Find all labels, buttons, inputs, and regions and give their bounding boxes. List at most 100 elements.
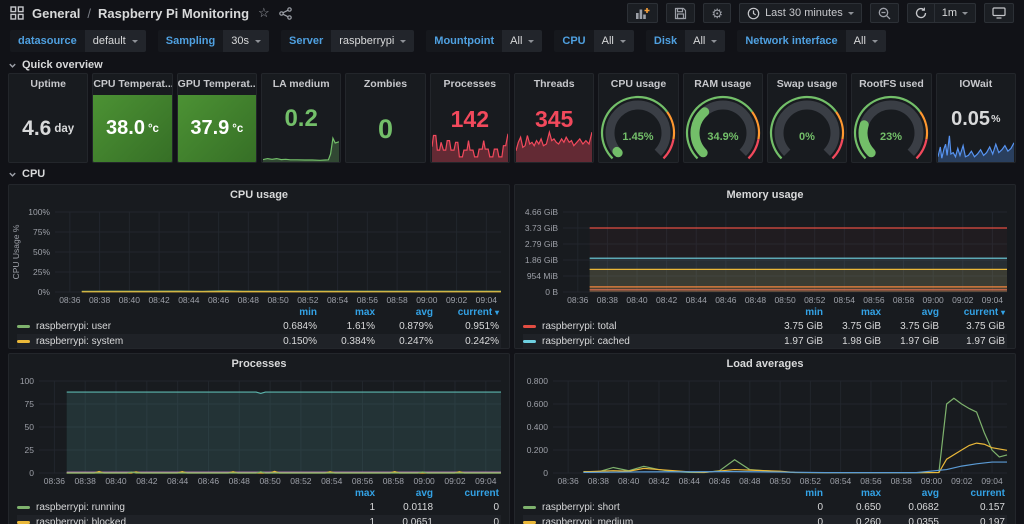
svg-text:0.400: 0.400 [527, 422, 549, 432]
legend-sort-avg[interactable]: avg [377, 488, 435, 499]
panel-title[interactable]: CPU usage [9, 185, 509, 204]
panel-title: Processes [431, 78, 509, 90]
row-title: Quick overview [22, 59, 103, 71]
refresh-button[interactable] [908, 4, 934, 22]
legend-row[interactable]: raspberrypi: blocked10.06510 [17, 515, 501, 524]
favorite-star-icon[interactable]: ☆ [258, 5, 270, 21]
time-range-picker[interactable]: Last 30 minutes [739, 3, 862, 23]
time-series-plot[interactable]: 025507510008:3608:3808:4008:4208:4408:46… [9, 373, 509, 487]
panel-title: Zombies [346, 78, 424, 90]
variable-value-dropdown[interactable]: default [85, 30, 146, 52]
svg-text:08:48: 08:48 [229, 476, 251, 486]
panel-rootfs-used-gauge[interactable]: RootFS used 23% [851, 73, 931, 163]
svg-text:09:04: 09:04 [981, 476, 1003, 486]
panel-title[interactable]: Memory usage [515, 185, 1015, 204]
panel-la-medium[interactable]: LA medium 0.2 [261, 73, 341, 163]
legend-sort-min[interactable]: min [261, 307, 319, 318]
panel-title[interactable]: Processes [9, 354, 509, 373]
legend-sort-current[interactable]: current [941, 488, 1007, 499]
toolbar: ⚙ Last 30 minutes 1m [627, 3, 1014, 23]
legend-row[interactable]: raspberrypi: cached1.97 GiB1.98 GiB1.97 … [523, 334, 1007, 349]
legend-value: 0.0682 [883, 502, 941, 513]
legend-row[interactable]: raspberrypi: total3.75 GiB3.75 GiB3.75 G… [523, 319, 1007, 334]
legend-row[interactable]: raspberrypi: short00.6500.06820.157 [523, 500, 1007, 515]
variable-server: Server raspberrypi [281, 30, 414, 52]
legend-row[interactable]: raspberrypi: running10.01180 [17, 500, 501, 515]
breadcrumb-section[interactable]: General [32, 6, 80, 21]
share-icon[interactable] [279, 7, 292, 20]
svg-text:08:36: 08:36 [44, 476, 66, 486]
svg-text:100: 100 [20, 376, 34, 386]
variable-sampling: Sampling 30s [158, 30, 269, 52]
legend-sort-avg[interactable]: avg [883, 488, 941, 499]
variable-value-dropdown[interactable]: All [502, 30, 542, 52]
gauge: 34.9% [684, 91, 762, 161]
chart-panels: CPU usage 0%25%50%75%100%08:3608:3808:40… [0, 182, 1024, 524]
chart-legend: minmaxavgcurrent ▾raspberrypi: total3.75… [515, 306, 1015, 349]
panel-threads-stat[interactable]: Threads 345 [514, 73, 594, 163]
variable-value-dropdown[interactable]: All [685, 30, 725, 52]
dashboards-grid-icon[interactable] [10, 6, 24, 20]
legend-row[interactable]: raspberrypi: system0.150%0.384%0.247%0.2… [17, 334, 501, 349]
panel-memory-usage-chart: Memory usage 0 B954 MiB1.86 GiB2.79 GiB3… [514, 184, 1016, 349]
page-title[interactable]: Raspberry Pi Monitoring [98, 6, 249, 21]
add-panel-button[interactable] [627, 3, 658, 23]
row-header-quick-overview[interactable]: Quick overview [0, 58, 1024, 73]
dashboard-settings-button[interactable]: ⚙ [703, 3, 731, 23]
legend-sort-current[interactable]: current ▾ [941, 307, 1007, 318]
panel-processes-stat[interactable]: Processes 142 [430, 73, 510, 163]
variable-datasource: datasource default [10, 30, 146, 52]
svg-text:09:04: 09:04 [475, 476, 497, 486]
legend-sort-current[interactable]: current [435, 488, 501, 499]
panel-swap-usage-gauge[interactable]: Swap usage 0% [767, 73, 847, 163]
variable-value-dropdown[interactable]: All [846, 30, 886, 52]
time-series-plot[interactable]: 00.2000.4000.6000.80008:3608:3808:4008:4… [515, 373, 1015, 487]
legend-row[interactable]: raspberrypi: medium00.2600.03550.197 [523, 515, 1007, 524]
variable-label: Server [281, 30, 331, 52]
chevron-down-icon [848, 12, 854, 18]
time-series-plot[interactable]: 0 B954 MiB1.86 GiB2.79 GiB3.73 GiB4.66 G… [515, 204, 1015, 306]
panel-cpu-usage-gauge[interactable]: CPU usage 1.45% [598, 73, 678, 163]
legend-value: 0.0355 [883, 517, 941, 524]
panel-zombies[interactable]: Zombies 0 [345, 73, 425, 163]
legend-sort-max[interactable]: max [319, 488, 377, 499]
time-series-plot[interactable]: 0%25%50%75%100%08:3608:3808:4008:4208:44… [9, 204, 509, 306]
legend-sort-current[interactable]: current ▾ [435, 307, 501, 318]
legend-value: 0.260 [825, 517, 883, 524]
variable-value-dropdown[interactable]: All [594, 30, 634, 52]
panel-cpu-temperature[interactable]: CPU Temperat... 38.0°c [92, 73, 172, 163]
row-header-cpu[interactable]: CPU [0, 167, 1024, 182]
refresh-interval-dropdown[interactable]: 1m [935, 4, 975, 22]
series-color-dash [17, 325, 30, 328]
svg-text:0.200: 0.200 [527, 445, 549, 455]
svg-text:0.600: 0.600 [527, 399, 549, 409]
legend-sort-min[interactable]: min [767, 307, 825, 318]
svg-text:75: 75 [25, 399, 35, 409]
legend-sort-max[interactable]: max [825, 488, 883, 499]
variable-value-dropdown[interactable]: 30s [223, 30, 269, 52]
panel-gpu-temperature[interactable]: GPU Temperat... 37.9°c [177, 73, 257, 163]
legend-sort-avg[interactable]: avg [883, 307, 941, 318]
svg-text:3.73 GiB: 3.73 GiB [525, 223, 558, 233]
panel-iowait[interactable]: IOWait 0.05% [936, 73, 1016, 163]
legend-sort-avg[interactable]: avg [377, 307, 435, 318]
panel-title: Uptime [9, 78, 87, 90]
legend-header: minmaxavgcurrent ▾ [17, 306, 501, 319]
save-dashboard-button[interactable] [666, 3, 695, 23]
panel-title[interactable]: Load averages [515, 354, 1015, 373]
legend-sort-max[interactable]: max [825, 307, 883, 318]
clock-icon [747, 7, 760, 20]
legend-row[interactable]: raspberrypi: user0.684%1.61%0.879%0.951% [17, 319, 501, 334]
panel-ram-usage-gauge[interactable]: RAM usage 34.9% [683, 73, 763, 163]
svg-text:09:02: 09:02 [951, 476, 973, 486]
legend-sort-min[interactable]: min [767, 488, 825, 499]
panel-uptime[interactable]: Uptime 4.6day [8, 73, 88, 163]
legend-sort-max[interactable]: max [319, 307, 377, 318]
variable-value-dropdown[interactable]: raspberrypi [331, 30, 414, 52]
panel-title: CPU usage [599, 78, 677, 90]
chart-legend: minmaxavgcurrent ▾raspberrypi: user0.684… [9, 306, 509, 349]
zoom-out-time-button[interactable] [870, 3, 899, 23]
chevron-down-icon [8, 170, 17, 179]
kiosk-mode-button[interactable] [984, 3, 1014, 23]
svg-text:08:56: 08:56 [863, 295, 885, 305]
